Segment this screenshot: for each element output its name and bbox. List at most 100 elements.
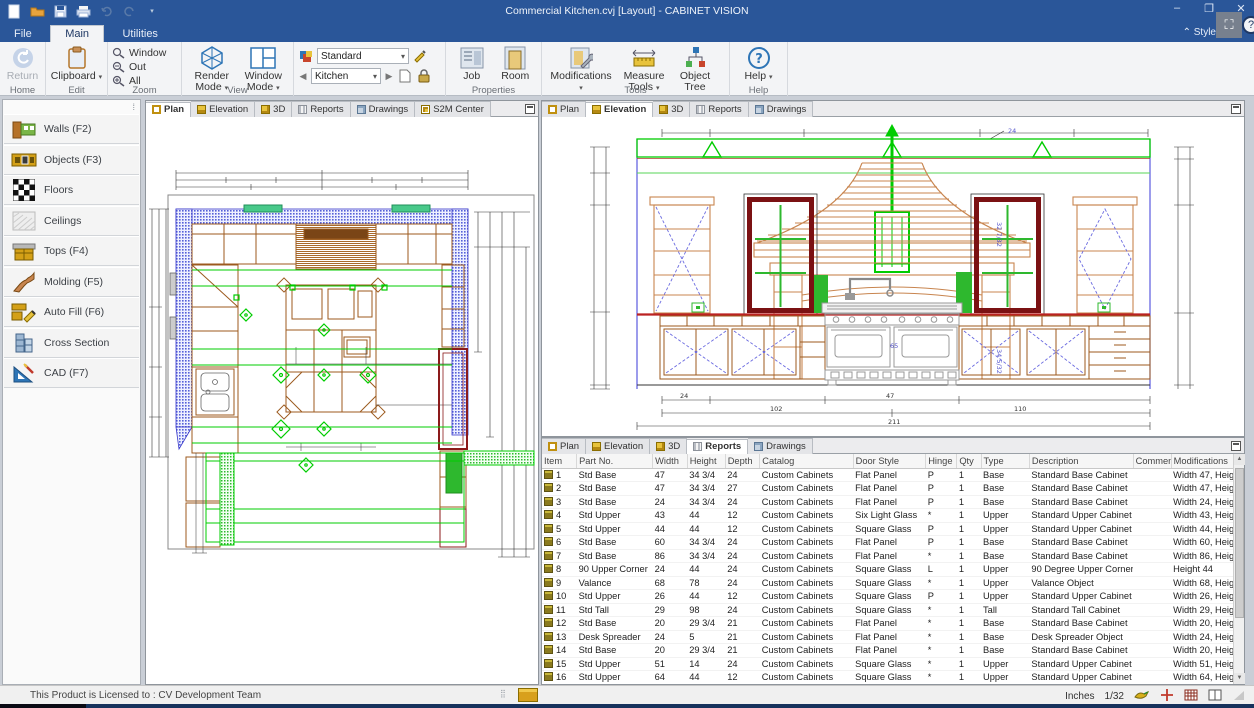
tab-elevation[interactable]: Elevation	[586, 102, 653, 118]
sidebar-item-molding-f5[interactable]: Molding (F5)	[4, 267, 139, 297]
group-label-zoom: Zoom	[108, 85, 181, 96]
parts-table[interactable]: ItemPart No.WidthHeightDepthCatalogDoor …	[542, 454, 1234, 684]
next-view-arrow[interactable]: ▶	[384, 71, 394, 82]
tab-plan[interactable]: Plan	[146, 102, 191, 118]
tab-plan[interactable]: Plan	[542, 101, 586, 117]
prev-view-arrow[interactable]: ◀	[298, 71, 308, 82]
screen-overlay-icon: ⛶	[1216, 12, 1242, 38]
job-button[interactable]: Job	[450, 44, 494, 82]
table-row[interactable]: 1Std Base4734 3/424Custom CabinetsFlat P…	[542, 468, 1234, 482]
sidebar-item-floors[interactable]: Floors	[4, 175, 139, 205]
cell-hinge: *	[926, 509, 957, 523]
elevation-maximize-button[interactable]	[1231, 104, 1241, 114]
tab-plan[interactable]: Plan	[542, 438, 586, 454]
sidebar-item-objects-f3[interactable]: Objects (F3)	[4, 145, 139, 175]
lock-icon[interactable]	[416, 68, 432, 84]
cell-depth: 24	[725, 603, 760, 617]
scroll-thumb[interactable]	[1235, 468, 1244, 618]
pan-tool-icon[interactable]	[1134, 689, 1150, 704]
column-header-width[interactable]: Width	[653, 454, 688, 468]
column-header-part-no[interactable]: Part No.	[577, 454, 653, 468]
column-header-type[interactable]: Type	[981, 454, 1029, 468]
room-select[interactable]: Kitchen▾	[311, 68, 381, 84]
column-header-catalog[interactable]: Catalog	[760, 454, 853, 468]
cell-comment	[1133, 657, 1171, 671]
column-header-door-style[interactable]: Door Style	[853, 454, 926, 468]
plan-maximize-button[interactable]	[525, 104, 535, 114]
table-scrollbar[interactable]: ▲ ▼	[1233, 454, 1244, 684]
tab-3d[interactable]: 3D	[650, 438, 687, 454]
ribbon-collapse[interactable]: ⌃ Style	[1183, 27, 1216, 38]
tab-s2m-center[interactable]: S2M Center	[415, 101, 491, 117]
table-row[interactable]: 5Std Upper444412Custom CabinetsSquare Gl…	[542, 522, 1234, 536]
tab-3d[interactable]: 3D	[653, 101, 690, 117]
table-row[interactable]: 16Std Upper644412Custom CabinetsSquare G…	[542, 671, 1234, 685]
reports-maximize-button[interactable]	[1231, 441, 1241, 451]
layout-panels-icon[interactable]	[1208, 689, 1222, 704]
table-row[interactable]: 890 Upper Corner244424Custom CabinetsSqu…	[542, 563, 1234, 577]
cell-description: Standard Tall Cabinet	[1029, 603, 1133, 617]
sidebar-item-auto-fill-f6[interactable]: Auto Fill (F6)	[4, 297, 139, 327]
cell-part-no: Std Base	[577, 617, 653, 631]
table-row[interactable]: 3Std Base2434 3/424Custom CabinetsFlat P…	[542, 495, 1234, 509]
status-grip-icon[interactable]: ⣿	[500, 689, 507, 698]
table-row[interactable]: 15Std Upper511424Custom CabinetsSquare G…	[542, 657, 1234, 671]
column-header-item[interactable]: Item	[542, 454, 577, 468]
table-row[interactable]: 7Std Base8634 3/424Custom CabinetsFlat P…	[542, 549, 1234, 563]
tab-reports[interactable]: Reports	[690, 101, 748, 117]
zoom-out-button[interactable]: Out	[112, 60, 166, 73]
tab-drawings[interactable]: Drawings	[351, 101, 416, 117]
crosshair-icon[interactable]	[1160, 688, 1174, 705]
table-row[interactable]: 11Std Tall299824Custom CabinetsSquare Gl…	[542, 603, 1234, 617]
column-header-depth[interactable]: Depth	[725, 454, 760, 468]
column-header-description[interactable]: Description	[1029, 454, 1133, 468]
tab-elevation[interactable]: Elevation	[191, 101, 255, 117]
table-row[interactable]: 13Desk Spreader24521Custom CabinetsFlat …	[542, 630, 1234, 644]
tab-elevation[interactable]: Elevation	[586, 438, 650, 454]
table-row[interactable]: 9Valance687824Custom CabinetsSquare Glas…	[542, 576, 1234, 590]
plan-drawing[interactable]	[146, 117, 538, 684]
room-button[interactable]: Room	[494, 44, 538, 82]
tab-reports[interactable]: Reports	[687, 439, 748, 455]
cell-height: 78	[687, 576, 725, 590]
resize-grip-icon[interactable]	[1232, 689, 1246, 704]
tab-drawings[interactable]: Drawings	[749, 101, 814, 117]
tab-drawings[interactable]: Drawings	[748, 438, 813, 454]
column-header-hinge[interactable]: Hinge	[926, 454, 957, 468]
table-row[interactable]: 6Std Base6034 3/424Custom CabinetsFlat P…	[542, 536, 1234, 550]
tab-reports[interactable]: Reports	[292, 101, 350, 117]
minimize-button[interactable]: –	[1168, 2, 1186, 15]
column-header-comment[interactable]: Comment	[1133, 454, 1171, 468]
new-view-icon[interactable]	[397, 68, 413, 84]
return-button[interactable]: Return	[4, 44, 41, 82]
render-style-select[interactable]: Standard▾	[317, 48, 409, 64]
table-row[interactable]: 2Std Base4734 3/427Custom CabinetsFlat P…	[542, 482, 1234, 496]
column-header-modifications[interactable]: Modifications	[1171, 454, 1233, 468]
sidebar-item-cad-f7[interactable]: CAD (F7)	[4, 358, 139, 388]
sidebar-item-walls-f2[interactable]: Walls (F2)	[4, 114, 139, 144]
clipboard-button[interactable]: Clipboard ▾	[50, 44, 103, 83]
cell-modifications: Width 24, Height	[1171, 630, 1233, 644]
tab-3d[interactable]: 3D	[255, 101, 292, 117]
table-row[interactable]: 10Std Upper264412Custom CabinetsSquare G…	[542, 590, 1234, 604]
scroll-down-icon[interactable]: ▼	[1234, 673, 1245, 684]
scroll-up-icon[interactable]: ▲	[1234, 454, 1245, 465]
cell-qty: 1	[957, 522, 981, 536]
column-header-height[interactable]: Height	[687, 454, 725, 468]
table-row[interactable]: 4Std Upper434412Custom CabinetsSix Light…	[542, 509, 1234, 523]
edit-render-icon[interactable]	[412, 48, 428, 64]
sidebar-item-cross-section[interactable]: Cross Section	[4, 328, 139, 358]
table-row[interactable]: 14Std Base2029 3/421Custom CabinetsFlat …	[542, 644, 1234, 658]
zoom-window-button[interactable]: Window	[112, 46, 166, 59]
cell-width: 44	[653, 522, 688, 536]
elevation-drawing[interactable]: 65 32 7/32 34 5/32 24 24 47 102 110 211	[542, 117, 1244, 436]
grid-icon[interactable]	[1184, 689, 1198, 704]
help-button[interactable]: ? Help ▾	[739, 44, 779, 83]
table-row[interactable]: 12Std Base2029 3/421Custom CabinetsFlat …	[542, 617, 1234, 631]
ribbon-tab-main[interactable]: Main	[50, 25, 104, 43]
sidebar-item-ceilings[interactable]: Ceilings	[4, 206, 139, 236]
sidebar-grip[interactable]: ⁞	[132, 102, 136, 112]
elev-splash-dim: 34 5/32	[995, 349, 1003, 374]
column-header-qty[interactable]: Qty	[957, 454, 981, 468]
sidebar-item-tops-f4[interactable]: Tops (F4)	[4, 236, 139, 266]
